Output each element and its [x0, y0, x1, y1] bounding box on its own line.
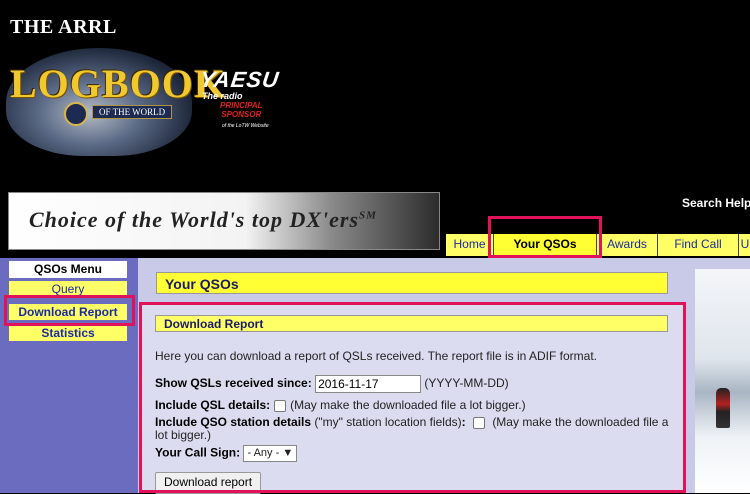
service-mark: SM — [359, 209, 377, 222]
nav-your-qsos[interactable]: Your QSOs — [494, 234, 597, 256]
station-details-colon: : — [461, 415, 466, 429]
nav-find-call[interactable]: Find Call — [658, 234, 739, 256]
description-text: Here you can download a report of QSLs r… — [155, 349, 597, 363]
sidebar-item-statistics[interactable]: Statistics — [9, 325, 127, 341]
sponsor-logo[interactable]: YAESU — [198, 67, 281, 93]
sponsor-role-line1: PRINCIPAL — [220, 101, 263, 110]
qsl-details-label: Include QSL details: — [155, 398, 271, 412]
callsign-selected: - Any - — [247, 447, 280, 459]
search-help-link[interactable]: Search Help: — [682, 196, 750, 210]
station-details-row: Include QSO station details ("my" statio… — [155, 416, 675, 442]
sponsor-note: of the LoTW Website — [222, 123, 269, 129]
mountain-photo — [695, 269, 750, 493]
download-report-button[interactable]: Download report — [155, 472, 262, 494]
sidebar-title: QSOs Menu — [9, 261, 127, 278]
callsign-row: Your Call Sign: - Any - ▼ — [155, 445, 298, 462]
sponsor-tagline: The radio — [202, 91, 243, 101]
nav-awards[interactable]: Awards — [597, 234, 658, 256]
chevron-down-icon: ▼ — [282, 447, 294, 459]
top-nav: Home Your QSOs Awards Find Call U — [446, 233, 750, 256]
sidebar-item-download-report[interactable]: Download Report — [9, 304, 127, 320]
qsl-details-row: Include QSL details: (May make the downlo… — [155, 398, 526, 412]
since-date-input[interactable] — [315, 375, 422, 393]
section-title: Download Report — [155, 315, 668, 332]
since-row: Show QSLs received since: (YYYY-MM-DD) — [155, 375, 509, 393]
station-details-checkbox[interactable] — [472, 416, 485, 429]
banner-text: Choice of the World's top DX'ersSM — [29, 207, 377, 232]
nav-home[interactable]: Home — [446, 234, 494, 256]
arrl-title: THE ARRL — [10, 16, 117, 38]
nav-more[interactable]: U — [739, 234, 750, 256]
qsl-details-checkbox[interactable] — [274, 399, 287, 412]
logo-subtitle: OF THE WORLD — [92, 105, 173, 119]
sponsor-role: PRINCIPAL SPONSOR — [220, 101, 263, 119]
arrl-seal-icon — [64, 102, 88, 126]
climber-figure — [716, 388, 730, 428]
qsl-details-hint: (May make the downloaded file a lot bigg… — [290, 398, 526, 412]
site-header: THE ARRL LOGBOOK OF THE WORLD YAESU The … — [0, 0, 750, 258]
page-title: Your QSOs — [156, 272, 668, 294]
dxers-banner: Choice of the World's top DX'ersSM — [8, 192, 440, 250]
callsign-select[interactable]: - Any - ▼ — [243, 445, 298, 462]
callsign-label: Your Call Sign: — [155, 445, 241, 460]
station-details-label: Include QSO station details — [155, 415, 312, 429]
logbook-logo[interactable]: LOGBOOK — [10, 60, 226, 107]
sidebar-item-query[interactable]: Query — [9, 281, 127, 297]
since-label: Show QSLs received since: — [155, 376, 312, 391]
sponsor-role-line2: SPONSOR — [221, 110, 262, 119]
station-details-paren: ("my" station location fields) — [314, 415, 462, 429]
since-format-hint: (YYYY-MM-DD) — [424, 376, 509, 391]
